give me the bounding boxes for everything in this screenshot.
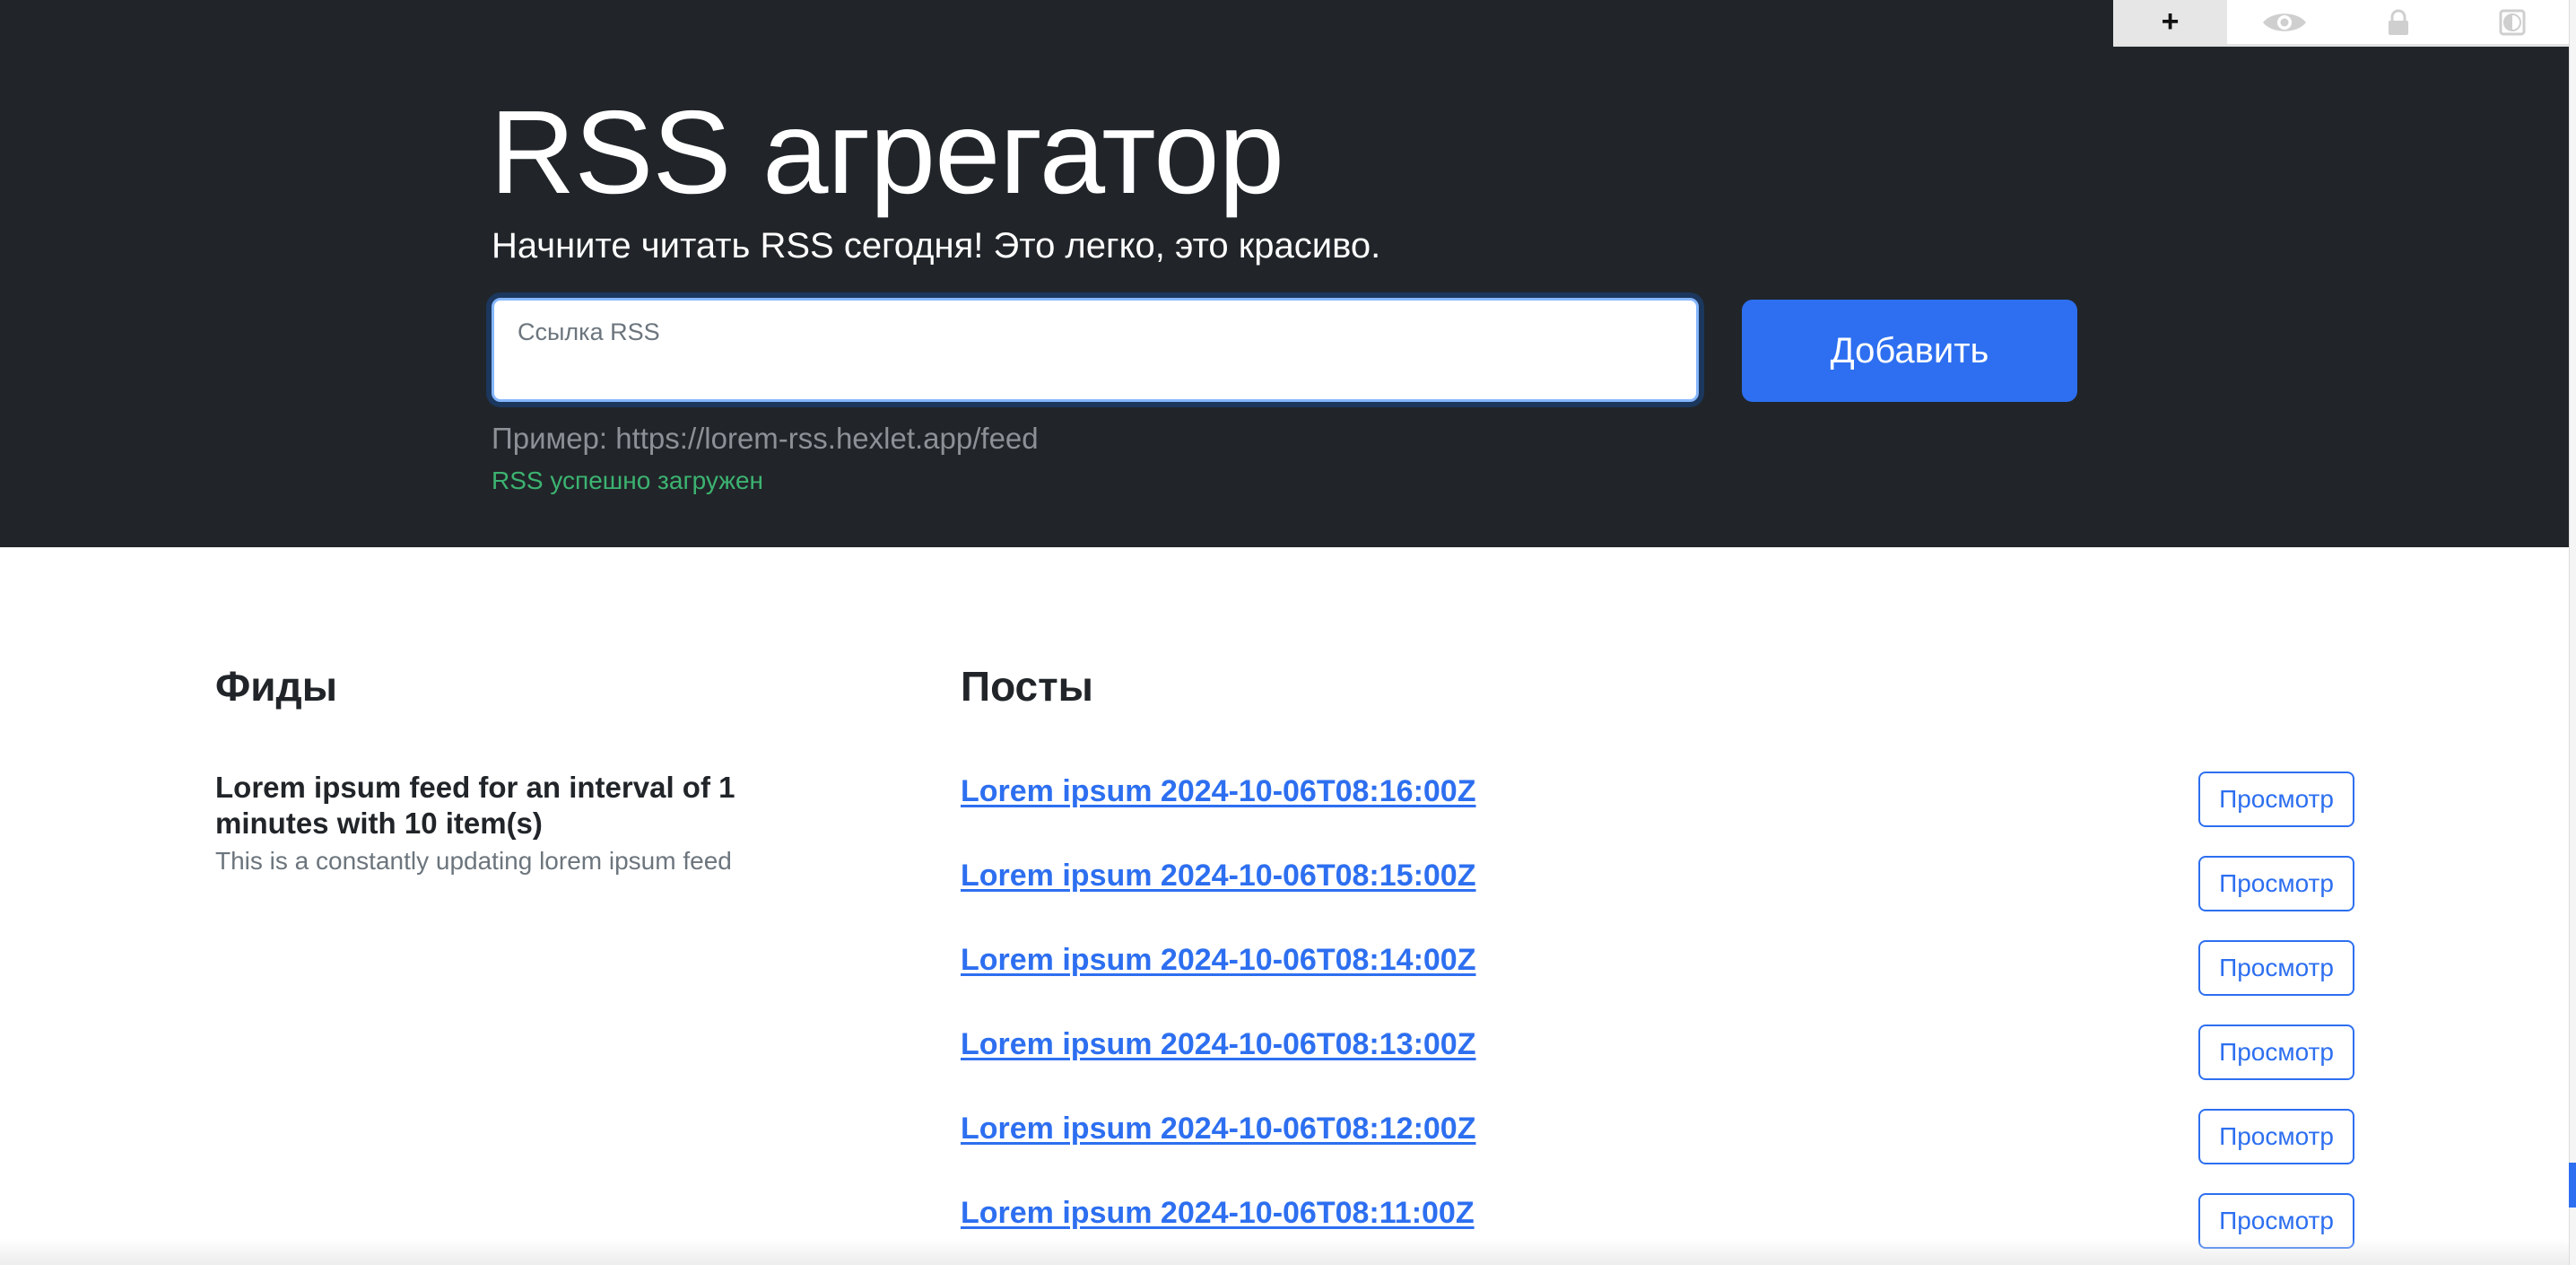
eye-icon-graphic — [2262, 13, 2306, 31]
contrast-icon[interactable] — [2455, 0, 2569, 44]
post-link[interactable]: Lorem ipsum 2024-10-06T08:12:00Z — [961, 1112, 1475, 1147]
page-title: RSS агрегатор — [490, 86, 1284, 218]
post-link[interactable]: Lorem ipsum 2024-10-06T08:16:00Z — [961, 774, 1475, 809]
post-link[interactable]: Lorem ipsum 2024-10-06T08:14:00Z — [961, 943, 1475, 978]
post-item: Lorem ipsum 2024-10-06T08:15:00Z Просмот… — [961, 851, 2354, 936]
post-link[interactable]: Lorem ipsum 2024-10-06T08:15:00Z — [961, 859, 1475, 894]
scrollbar-marker — [2569, 1163, 2576, 1208]
page-scrollbar[interactable] — [2569, 0, 2576, 1265]
preview-button[interactable]: Просмотр — [2198, 856, 2354, 911]
feed-description: This is a constantly updating lorem ipsu… — [215, 847, 732, 875]
extension-toolbar: + — [2113, 0, 2569, 47]
posts-list: Lorem ipsum 2024-10-06T08:16:00Z Просмот… — [961, 767, 2354, 1273]
page-lead: Начните читать RSS сегодня! Это легко, э… — [492, 226, 1381, 266]
preview-button[interactable]: Просмотр — [2198, 772, 2354, 827]
post-link[interactable]: Lorem ipsum 2024-10-06T08:13:00Z — [961, 1027, 1475, 1062]
add-button[interactable]: Добавить — [1742, 300, 2077, 402]
preview-button[interactable]: Просмотр — [2198, 1109, 2354, 1164]
eye-icon[interactable] — [2227, 0, 2341, 44]
contrast-icon-graphic — [2499, 9, 2525, 35]
plus-icon[interactable]: + — [2113, 0, 2227, 44]
preview-button[interactable]: Просмотр — [2198, 940, 2354, 996]
bottom-fade — [0, 1238, 2569, 1265]
example-hint: Пример: https://lorem-rss.hexlet.app/fee… — [492, 422, 1039, 455]
feed-title: Lorem ipsum feed for an interval of 1 mi… — [215, 771, 735, 840]
feed-item: Lorem ipsum feed for an interval of 1 mi… — [215, 770, 843, 877]
rss-url-field[interactable]: Ссылка RSS — [492, 298, 1699, 402]
lock-icon-graphic — [2388, 9, 2408, 35]
post-item: Lorem ipsum 2024-10-06T08:13:00Z Просмот… — [961, 1020, 2354, 1104]
post-item: Lorem ipsum 2024-10-06T08:14:00Z Просмот… — [961, 936, 2354, 1020]
posts-heading: Посты — [961, 663, 1093, 710]
feeds-heading: Фиды — [215, 663, 338, 710]
lock-icon[interactable] — [2341, 0, 2455, 44]
post-link[interactable]: Lorem ipsum 2024-10-06T08:11:00Z — [961, 1196, 1475, 1231]
preview-button[interactable]: Просмотр — [2198, 1025, 2354, 1080]
feedback-message: RSS успешно загружен — [492, 466, 764, 494]
rss-url-input[interactable] — [494, 301, 1696, 399]
post-item: Lorem ipsum 2024-10-06T08:16:00Z Просмот… — [961, 767, 2354, 851]
post-item: Lorem ipsum 2024-10-06T08:12:00Z Просмот… — [961, 1104, 2354, 1189]
hero-section: RSS агрегатор Начните читать RSS сегодня… — [0, 0, 2569, 547]
